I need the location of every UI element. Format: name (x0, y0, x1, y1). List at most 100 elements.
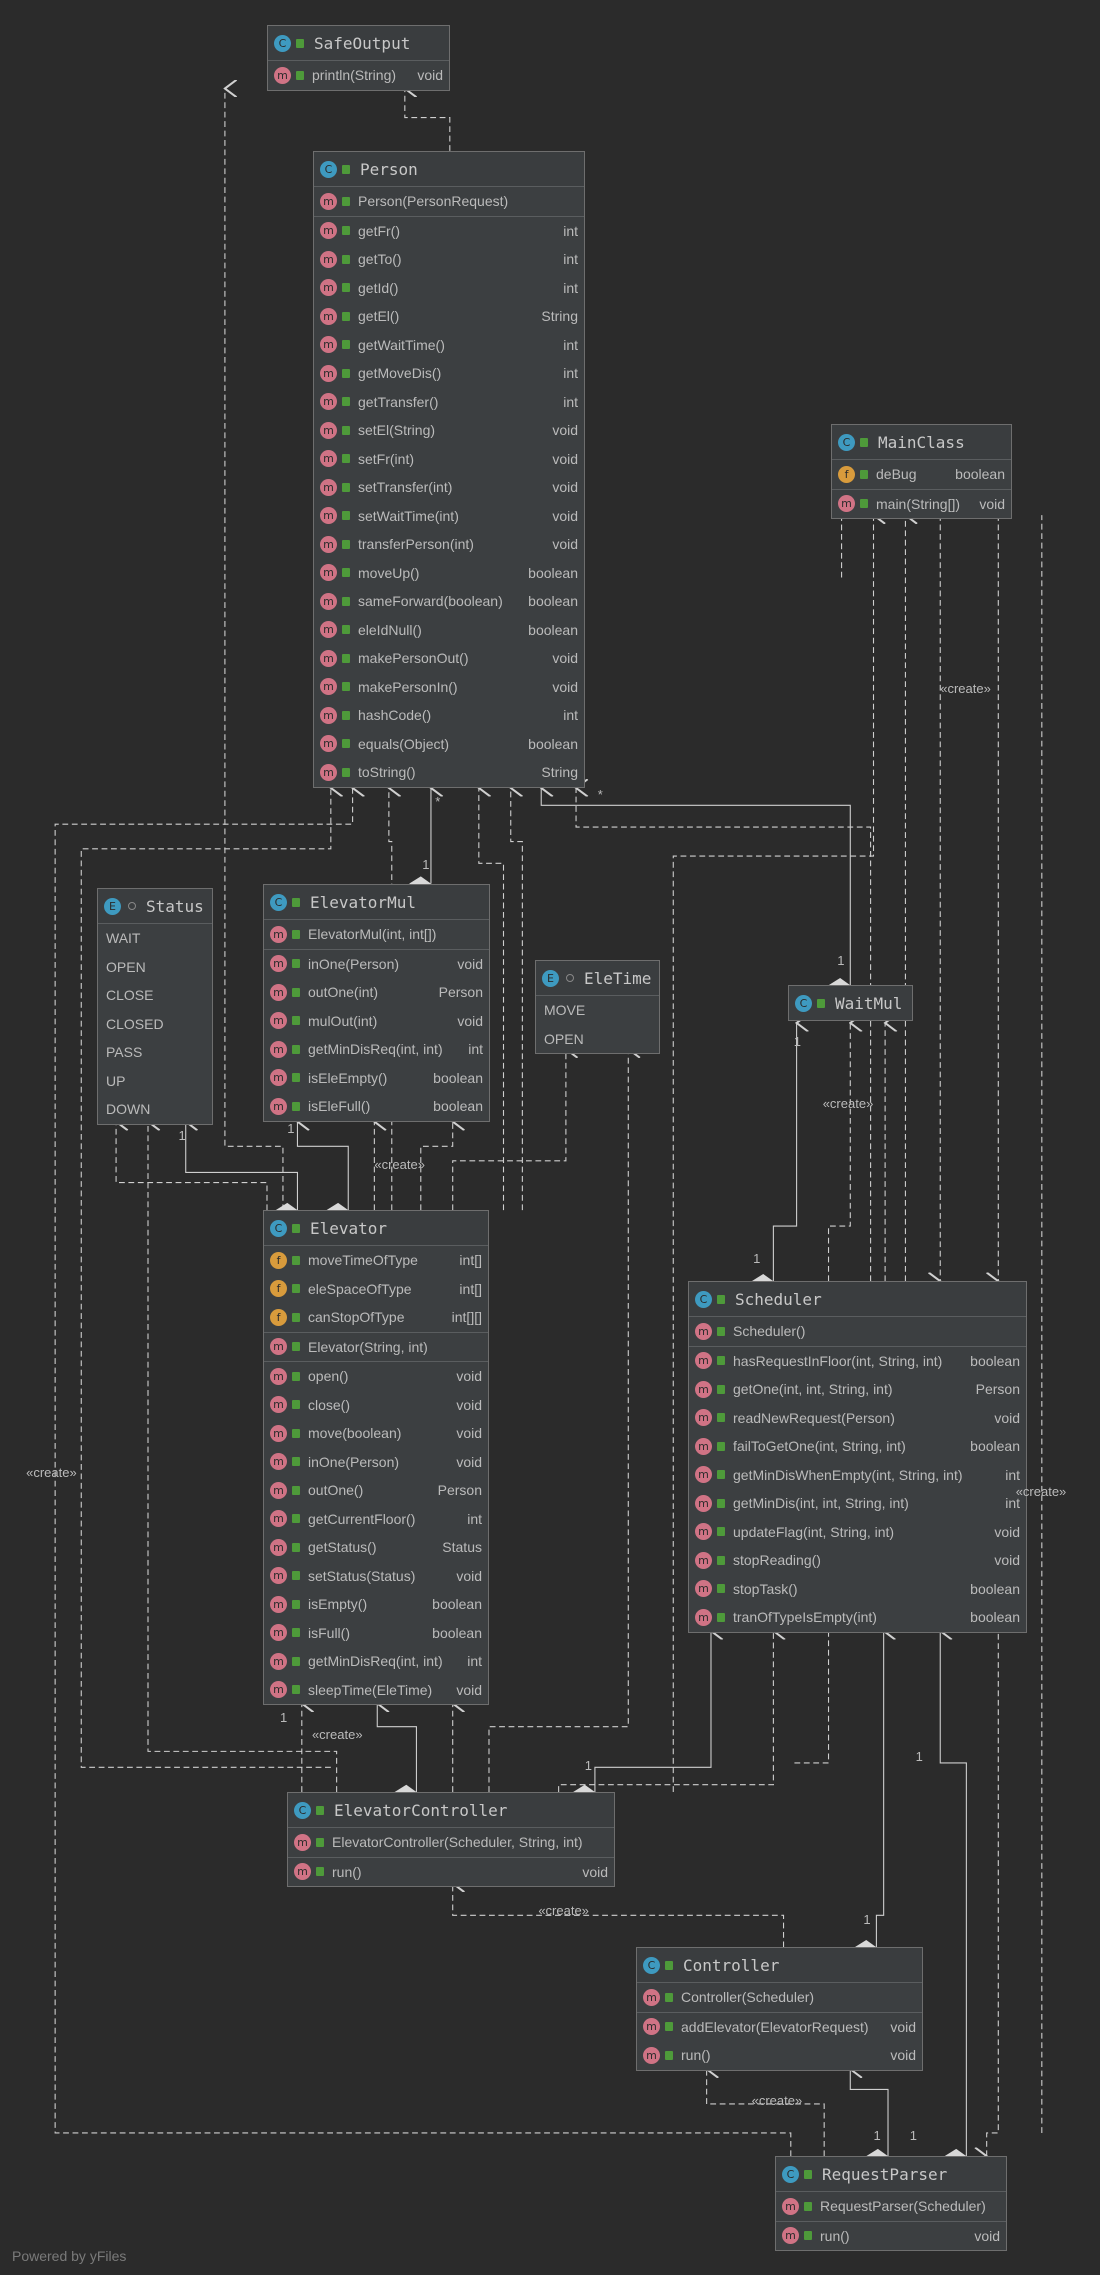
method-row[interactable]: m setWaitTime(int) void (314, 502, 584, 531)
method-row[interactable]: m getEl() String (314, 302, 584, 331)
member-name: isEleEmpty() (308, 1069, 388, 1086)
class-header[interactable]: E Status (98, 889, 212, 924)
class-box-elevator-mul[interactable]: C ElevatorMul m ElevatorMul(int, int[]) m inO… (263, 884, 490, 1122)
method-row[interactable]: m Scheduler() (689, 1317, 1026, 1346)
class-header[interactable]: C ElevatorMul (264, 885, 489, 920)
method-row[interactable]: m getMinDisReq(int, int) int (264, 1647, 488, 1676)
method-row[interactable]: m isEleFull() boolean (264, 1092, 489, 1121)
method-row[interactable]: m inOne(Person) void (264, 1448, 488, 1477)
method-row[interactable]: m tranOfTypeIsEmpty(int) boolean (689, 1603, 1026, 1632)
field-row[interactable]: f moveTimeOfType int[] (264, 1246, 488, 1275)
method-row[interactable]: m isFull() boolean (264, 1619, 488, 1648)
method-row[interactable]: m makePersonIn() void (314, 673, 584, 702)
method-row[interactable]: m outOne() Person (264, 1476, 488, 1505)
enum-constant-row[interactable]: CLOSED (98, 1010, 212, 1039)
method-row[interactable]: m getMoveDis() int (314, 359, 584, 388)
method-row[interactable]: m getMinDis(int, int, String, int) int (689, 1489, 1026, 1518)
field-row[interactable]: f eleSpaceOfType int[] (264, 1275, 488, 1304)
method-row[interactable]: m getOne(int, int, String, int) Person (689, 1375, 1026, 1404)
method-row[interactable]: m readNewRequest(Person) void (689, 1404, 1026, 1433)
method-row[interactable]: m stopTask() boolean (689, 1575, 1026, 1604)
method-row[interactable]: m Person(PersonRequest) (314, 187, 584, 216)
enum-constant-row[interactable]: OPEN (98, 953, 212, 982)
method-row[interactable]: m getId() int (314, 274, 584, 303)
method-row[interactable]: m open() void (264, 1362, 488, 1391)
method-row[interactable]: m moveUp() boolean (314, 559, 584, 588)
method-row[interactable]: m move(boolean) void (264, 1419, 488, 1448)
method-row[interactable]: m isEleEmpty() boolean (264, 1064, 489, 1093)
class-header[interactable]: C Elevator (264, 1211, 488, 1246)
method-row[interactable]: m main(String[]) void (832, 490, 1011, 519)
class-box-request-parser[interactable]: C RequestParser m RequestParser(Scheduler) m… (775, 2156, 1007, 2251)
class-box-scheduler[interactable]: C Scheduler m Scheduler() m hasRequestInFloor… (688, 1281, 1027, 1633)
method-row[interactable]: m addElevator(ElevatorRequest) void (637, 2013, 922, 2042)
method-row[interactable]: m setFr(int) void (314, 445, 584, 474)
method-row[interactable]: m getTransfer() int (314, 388, 584, 417)
method-row[interactable]: m getCurrentFloor() int (264, 1505, 488, 1534)
enum-constant-row[interactable]: PASS (98, 1038, 212, 1067)
class-box-person[interactable]: C Person m Person(PersonRequest) m getFr() int… (313, 151, 585, 788)
class-header[interactable]: C Person (314, 152, 584, 187)
class-header[interactable]: C MainClass (832, 425, 1011, 460)
class-box-controller[interactable]: C Controller m Controller(Scheduler) m addEle… (636, 1947, 923, 2071)
class-box-safe-output[interactable]: C SafeOutput m println(String) void (267, 25, 450, 91)
method-row[interactable]: m outOne(int) Person (264, 978, 489, 1007)
method-row[interactable]: m close() void (264, 1391, 488, 1420)
enum-constant-row[interactable]: UP (98, 1067, 212, 1096)
method-row[interactable]: m isEmpty() boolean (264, 1590, 488, 1619)
method-row[interactable]: m getWaitTime() int (314, 331, 584, 360)
class-header[interactable]: E EleTime (536, 961, 659, 996)
method-row[interactable]: m getMinDisWhenEmpty(int, String, int) int (689, 1461, 1026, 1490)
enum-constant-row[interactable]: MOVE (536, 996, 659, 1025)
method-row[interactable]: m hashCode() int (314, 701, 584, 730)
method-row[interactable]: m toString() String (314, 758, 584, 787)
class-header[interactable]: C Scheduler (689, 1282, 1026, 1317)
class-header[interactable]: C RequestParser (776, 2157, 1006, 2192)
enum-constant-row[interactable]: WAIT (98, 924, 212, 953)
method-row[interactable]: m RequestParser(Scheduler) (776, 2192, 1006, 2221)
method-row[interactable]: m run() void (637, 2041, 922, 2070)
method-row[interactable]: m println(String) void (268, 61, 449, 90)
method-row[interactable]: m getMinDisReq(int, int) int (264, 1035, 489, 1064)
class-box-status[interactable]: E Status WAIT OPEN CLOSE CLOSED PASS UP DOWN (97, 888, 213, 1125)
enum-constant-row[interactable]: DOWN (98, 1095, 212, 1124)
method-row[interactable]: m sameForward(boolean) boolean (314, 587, 584, 616)
method-row[interactable]: m equals(Object) boolean (314, 730, 584, 759)
class-box-elevator-controller[interactable]: C ElevatorController m ElevatorController(S… (287, 1792, 615, 1887)
method-row[interactable]: m updateFlag(int, String, int) void (689, 1518, 1026, 1547)
method-row[interactable]: m stopReading() void (689, 1546, 1026, 1575)
method-row[interactable]: m Controller(Scheduler) (637, 1983, 922, 2012)
class-header[interactable]: C Controller (637, 1948, 922, 1983)
method-row[interactable]: m getTo() int (314, 245, 584, 274)
method-row[interactable]: m run() void (288, 1858, 614, 1887)
create-stereotype-label: «create» (538, 1902, 589, 1918)
method-row[interactable]: m ElevatorMul(int, int[]) (264, 920, 489, 949)
method-row[interactable]: m run() void (776, 2222, 1006, 2251)
class-box-wait-mul[interactable]: C WaitMul (788, 985, 913, 1021)
class-box-elevator[interactable]: C Elevator f moveTimeOfType int[] f eleSpaceOf… (263, 1210, 489, 1705)
enum-constant-row[interactable]: OPEN (536, 1025, 659, 1054)
method-row[interactable]: m setEl(String) void (314, 416, 584, 445)
class-box-main-class[interactable]: C MainClass f deBug boolean m main(String[]) vo… (831, 424, 1012, 519)
class-box-ele-time[interactable]: E EleTime MOVE OPEN (535, 960, 660, 1054)
class-header[interactable]: C ElevatorController (288, 1793, 614, 1828)
field-row[interactable]: f canStopOfType int[][] (264, 1303, 488, 1332)
method-row[interactable]: m getStatus() Status (264, 1533, 488, 1562)
method-row[interactable]: m mulOut(int) void (264, 1007, 489, 1036)
method-row[interactable]: m setStatus(Status) void (264, 1562, 488, 1591)
method-row[interactable]: m transferPerson(int) void (314, 530, 584, 559)
enum-constant-row[interactable]: CLOSE (98, 981, 212, 1010)
method-row[interactable]: m setTransfer(int) void (314, 473, 584, 502)
method-row[interactable]: m eleIdNull() boolean (314, 616, 584, 645)
method-row[interactable]: m sleepTime(EleTime) void (264, 1676, 488, 1705)
class-header[interactable]: C SafeOutput (268, 26, 449, 61)
method-row[interactable]: m failToGetOne(int, String, int) boolean (689, 1432, 1026, 1461)
method-row[interactable]: m ElevatorController(Scheduler, String, i… (288, 1828, 614, 1857)
class-header[interactable]: C WaitMul (789, 986, 912, 1020)
method-row[interactable]: m getFr() int (314, 217, 584, 246)
field-row[interactable]: f deBug boolean (832, 460, 1011, 489)
method-row[interactable]: m makePersonOut() void (314, 644, 584, 673)
method-row[interactable]: m Elevator(String, int) (264, 1333, 488, 1362)
method-row[interactable]: m hasRequestInFloor(int, String, int) bool… (689, 1347, 1026, 1376)
method-row[interactable]: m inOne(Person) void (264, 950, 489, 979)
